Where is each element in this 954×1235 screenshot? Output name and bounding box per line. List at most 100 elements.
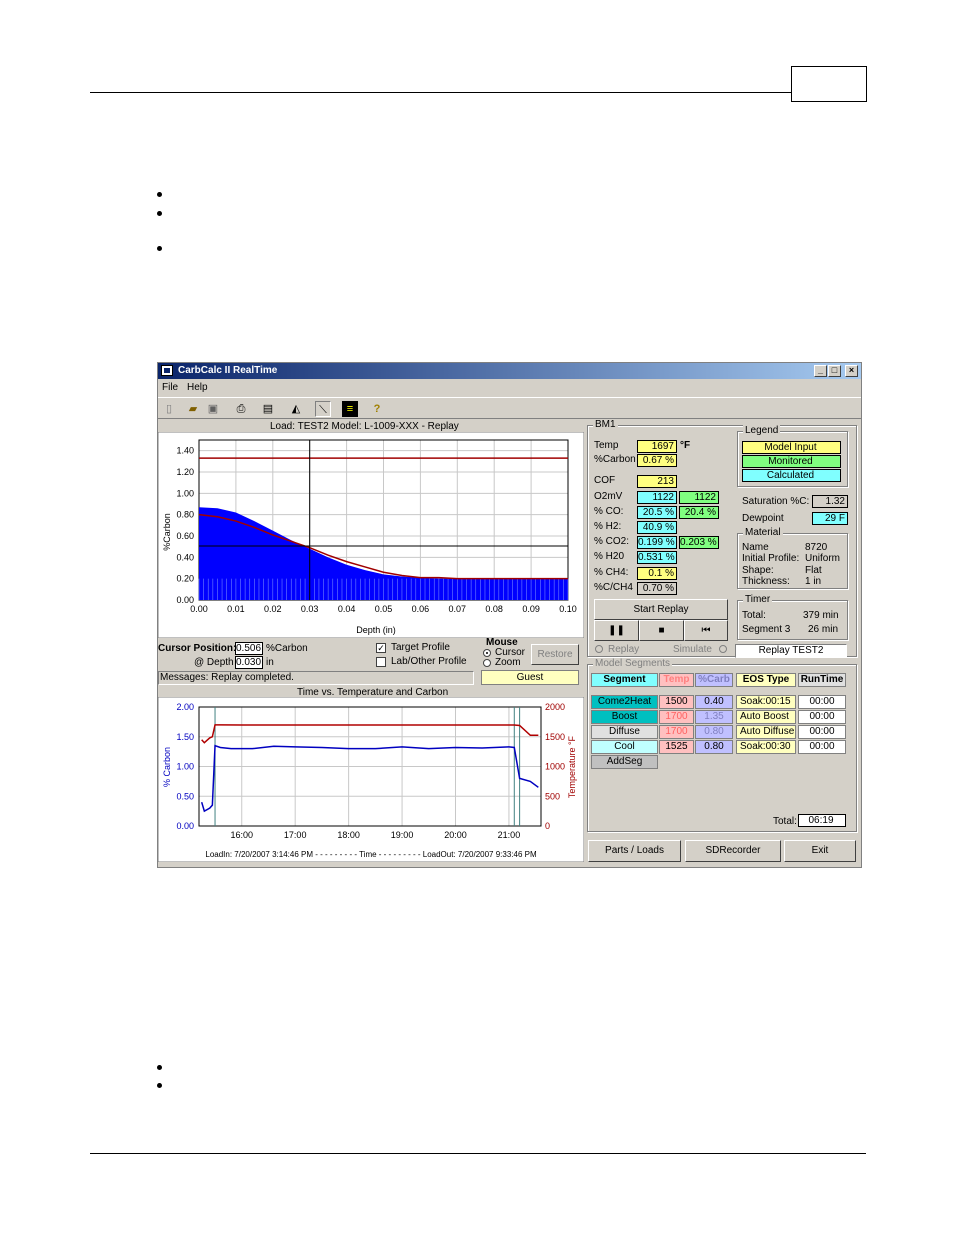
segment-eos[interactable]: Soak:00:30: [736, 740, 796, 754]
y2-tick-label: 0: [545, 821, 550, 831]
menu-file[interactable]: File: [162, 382, 178, 393]
start-replay-button[interactable]: Start Replay: [594, 599, 728, 620]
recorder-icon[interactable]: ≡: [342, 401, 358, 417]
maximize-button[interactable]: □: [828, 365, 841, 377]
x-tick-label: 0.09: [522, 604, 540, 614]
temp-unit: °F: [680, 440, 691, 451]
properties-icon[interactable]: ▤: [260, 401, 276, 417]
rewind-icon: ⏮: [701, 625, 711, 636]
cursor-position-label: Cursor Position:: [158, 643, 237, 654]
new-file-icon[interactable]: ▯: [161, 401, 177, 417]
o2mv-monitored-field: 1122: [679, 491, 719, 504]
y-tick-label: 0.60: [176, 531, 194, 541]
cof-field[interactable]: 213: [637, 475, 677, 488]
chart-icon[interactable]: ◭: [288, 401, 304, 417]
time-axis-label: LoadIn: 7/20/2007 3:14:46 PM - - - - - -…: [205, 850, 537, 859]
menu-help[interactable]: Help: [187, 382, 208, 393]
bullet: [157, 211, 162, 216]
eos-type-header: EOS Type: [736, 673, 796, 687]
segment-carb[interactable]: 0.80: [695, 725, 733, 739]
help-icon[interactable]: ?: [369, 401, 385, 417]
timer-total-value: 379 min: [803, 610, 839, 621]
stop-icon: ■: [658, 625, 665, 636]
temperature-axis-label: Temperature °F: [567, 735, 577, 798]
y2-tick-label: 1500: [545, 732, 565, 742]
segment-eos[interactable]: Soak:00:15: [736, 695, 796, 709]
material-thickness-label: Thickness:: [742, 576, 790, 587]
pause-button[interactable]: ❚❚: [594, 620, 639, 641]
segment-temp[interactable]: 1700: [659, 725, 694, 739]
segment-eos[interactable]: Auto Diffuse: [736, 725, 796, 739]
ch4-field[interactable]: 0.1 %: [637, 567, 677, 580]
bullet: [157, 1065, 162, 1070]
exit-button[interactable]: Exit: [784, 840, 856, 862]
restore-button[interactable]: Restore: [531, 644, 579, 665]
cursor-depth-field[interactable]: 0.030: [235, 656, 263, 669]
time-chart[interactable]: 16:00 17:00 18:00 19:00 20:00 21:00 0.00 0.50 1.…: [158, 697, 584, 862]
save-icon[interactable]: ▣: [205, 401, 221, 417]
segment-carb[interactable]: 1.35: [695, 710, 733, 724]
parts-loads-button[interactable]: Parts / Loads: [588, 840, 681, 862]
add-segment-button[interactable]: AddSeg: [591, 755, 658, 769]
segment-name[interactable]: Cool: [591, 740, 658, 754]
segment-carb[interactable]: 0.40: [695, 695, 733, 709]
title-bar[interactable]: CarbCalc II RealTime _ □ ×: [158, 363, 861, 379]
cch4-field: 0.70 %: [637, 582, 677, 595]
co-label: % CO:: [594, 506, 624, 517]
page-footer-rule: [90, 1153, 866, 1154]
cch4-label: %C/CH4: [594, 582, 633, 593]
runtime-header: RunTime: [798, 673, 846, 687]
segment-runtime: 00:00: [798, 710, 846, 724]
temp-label: Temp: [594, 440, 619, 451]
target-profile-checkbox[interactable]: ✓: [376, 643, 386, 653]
legend-calculated: Calculated: [742, 469, 841, 482]
saturation-field: 1.32: [812, 495, 848, 508]
segment-eos[interactable]: Auto Boost: [736, 710, 796, 724]
saturation-label: Saturation %C:: [742, 496, 810, 507]
print-icon[interactable]: ⎙: [233, 401, 249, 417]
x-tick-label: 0.04: [338, 604, 356, 614]
timer-segment-label: Segment 3: [742, 624, 791, 635]
page-number-box: [791, 66, 867, 102]
zoom-radio-label: Zoom: [495, 657, 521, 668]
carbon-field[interactable]: 0.67 %: [637, 454, 677, 467]
x-tick-label: 0.03: [301, 604, 319, 614]
close-button[interactable]: ×: [845, 365, 858, 377]
cursor-carbon-unit: %Carbon: [266, 643, 308, 654]
sd-recorder-button[interactable]: SDRecorder: [685, 840, 781, 862]
curve-icon[interactable]: ⟍: [315, 401, 331, 417]
segment-temp[interactable]: 1700: [659, 710, 694, 724]
y-tick-label: 0.40: [176, 552, 194, 562]
segment-carb[interactable]: 0.80: [695, 740, 733, 754]
segment-temp[interactable]: 1500: [659, 695, 694, 709]
open-folder-icon[interactable]: ▰: [185, 401, 201, 417]
segment-name[interactable]: Diffuse: [591, 725, 658, 739]
lab-profile-checkbox[interactable]: [376, 657, 386, 667]
o2mv-calculated-field: 1122: [637, 491, 677, 504]
rewind-button[interactable]: ⏮: [684, 620, 728, 641]
stop-button[interactable]: ■: [639, 620, 684, 641]
x-tick-label: 21:00: [498, 830, 521, 840]
simulate-radio[interactable]: [719, 645, 727, 653]
temp-field[interactable]: 1697: [637, 440, 677, 453]
segment-header: Segment: [591, 673, 658, 687]
timer-title: Timer: [743, 594, 773, 605]
h2o-label: % H20: [594, 551, 625, 562]
cursor-carbon-field[interactable]: 0.506: [235, 642, 263, 655]
segment-name[interactable]: Boost: [591, 710, 658, 724]
timer-segment-value: 26 min: [808, 624, 839, 635]
segment-temp[interactable]: 1525: [659, 740, 694, 754]
segment-runtime: 00:00: [798, 740, 846, 754]
x-tick-label: 0.00: [190, 604, 208, 614]
co2-label: % CO2:: [594, 536, 630, 547]
replay-radio[interactable]: [595, 645, 603, 653]
zoom-radio[interactable]: [483, 659, 491, 667]
cursor-radio[interactable]: [483, 649, 491, 657]
temp-header: Temp: [659, 673, 694, 687]
segment-runtime: 00:00: [798, 695, 846, 709]
segment-name[interactable]: Come2Heat: [591, 695, 658, 709]
depth-profile-chart[interactable]: 0.00 0.01 0.02 0.03 0.04 0.05 0.06 0.07 0.08 0.09…: [158, 432, 584, 638]
x-tick-label: 0.01: [227, 604, 245, 614]
minimize-button[interactable]: _: [814, 365, 827, 377]
y-tick-label: 0.20: [176, 574, 194, 584]
